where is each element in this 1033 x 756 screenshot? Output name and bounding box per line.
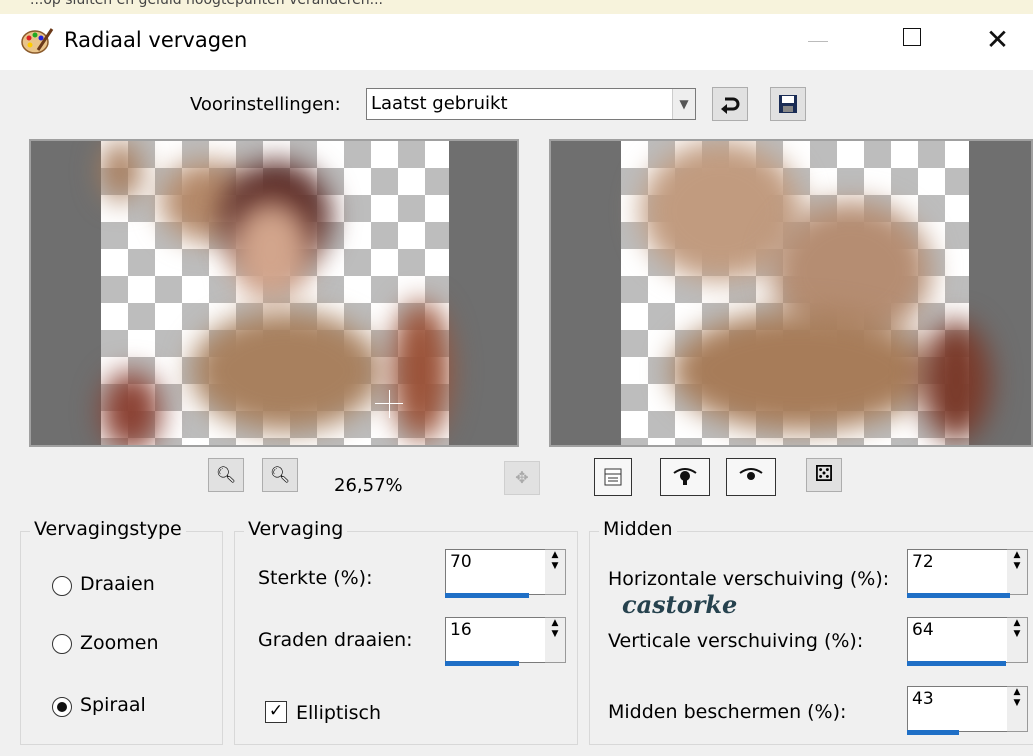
elliptic-label: Elliptisch — [296, 702, 382, 724]
vertical-offset-label: Verticale verschuiving (%): — [608, 630, 864, 652]
result-preview — [549, 139, 1033, 447]
chevron-down-icon[interactable]: ▼ — [672, 89, 695, 119]
original-preview[interactable] — [29, 139, 519, 447]
radio-draaien-label: Draaien — [80, 573, 155, 595]
move-button[interactable]: ✥ — [504, 461, 540, 495]
spin-arrows-icon[interactable]: ▲ ▼ — [1007, 617, 1028, 663]
vertical-offset-spinner[interactable]: 64 ▲ ▼ — [907, 617, 1028, 667]
spin-arrows-icon[interactable]: ▲ ▼ — [1007, 549, 1028, 595]
preview-image — [101, 141, 451, 445]
strength-label: Sterkte (%): — [258, 567, 373, 589]
rotate-label: Graden draaien: — [258, 629, 413, 651]
blur-title: Vervaging — [244, 518, 348, 540]
proof-icon — [604, 468, 622, 486]
palette-app-icon — [20, 26, 54, 56]
radio-zoomen-label: Zoomen — [80, 632, 159, 654]
crosshair-vertical — [389, 390, 390, 418]
protect-center-spinner[interactable]: 43 ▲ ▼ — [907, 686, 1028, 736]
dice-icon: ⚄ — [814, 462, 834, 487]
center-title: Midden — [599, 518, 677, 540]
radio-spiraal-label: Spiraal — [80, 694, 146, 716]
radio-draaien[interactable] — [52, 576, 72, 596]
spin-arrows-icon[interactable]: ▲ ▼ — [545, 617, 566, 663]
move-icon: ✥ — [515, 468, 529, 487]
maximize-button[interactable] — [876, 14, 948, 70]
radio-spiraal[interactable] — [52, 697, 72, 717]
protect-center-input[interactable]: 43 — [907, 686, 1009, 732]
presets-value: Laatst gebruikt — [371, 93, 508, 114]
title-bar: Radiaal vervagen ✕ — [0, 14, 1033, 70]
radio-zoomen[interactable] — [52, 634, 72, 654]
presets-label: Voorinstellingen: — [190, 94, 341, 115]
zoom-out-icon: 🔍︎ — [215, 465, 237, 484]
auto-proof-button[interactable] — [594, 458, 632, 496]
background-text: ...op sluiten en geluid hoogtepunten ver… — [30, 0, 383, 8]
elliptic-checkbox[interactable]: ✓ — [265, 701, 287, 723]
protect-center-label: Midden beschermen (%): — [608, 701, 847, 723]
vertical-offset-slider[interactable] — [907, 661, 1006, 666]
rotate-spinner[interactable]: 16 ▲ ▼ — [445, 617, 566, 667]
randomize-button[interactable]: ⚄ — [806, 458, 842, 492]
close-button[interactable]: ✕ — [962, 14, 1033, 70]
save-preset-button[interactable] — [770, 87, 806, 121]
background-window-strip: ...op sluiten en geluid hoogtepunten ver… — [0, 0, 1033, 14]
minimize-button[interactable] — [782, 14, 854, 70]
strength-input[interactable]: 70 — [445, 549, 547, 595]
horizontal-offset-spinner[interactable]: 72 ▲ ▼ — [907, 549, 1028, 599]
horizontal-offset-label: Horizontale verschuiving (%): — [608, 568, 890, 590]
floppy-save-icon — [779, 95, 797, 113]
protect-center-slider[interactable] — [907, 730, 959, 735]
spin-arrows-icon[interactable]: ▲ ▼ — [1007, 686, 1028, 732]
rotate-slider[interactable] — [445, 661, 519, 666]
preview-result-image — [621, 141, 991, 445]
crosshair-horizontal — [375, 403, 403, 404]
rotate-input[interactable]: 16 — [445, 617, 547, 663]
eye-icon — [673, 468, 697, 485]
zoom-level: 26,57% — [334, 475, 403, 496]
strength-slider[interactable] — [445, 593, 529, 598]
reset-arrow-icon — [721, 97, 740, 114]
reset-button[interactable] — [712, 87, 748, 121]
watermark: castorke — [622, 590, 738, 619]
eye-show-button[interactable] — [660, 458, 710, 496]
window-title: Radiaal vervagen — [64, 28, 248, 52]
horizontal-offset-slider[interactable] — [907, 593, 1010, 598]
vertical-offset-input[interactable]: 64 — [907, 617, 1009, 663]
eye-toggle-button[interactable] — [726, 458, 776, 496]
eye-icon — [739, 468, 763, 480]
zoom-in-button[interactable]: 🔍︎ — [262, 458, 298, 492]
check-icon: ✓ — [268, 701, 284, 721]
strength-spinner[interactable]: 70 ▲ ▼ — [445, 549, 566, 599]
horizontal-offset-input[interactable]: 72 — [907, 549, 1009, 595]
spin-arrows-icon[interactable]: ▲ ▼ — [545, 549, 566, 595]
zoom-in-icon: 🔍︎ — [269, 465, 291, 484]
blur-type-title: Vervagingstype — [30, 518, 186, 540]
presets-dropdown[interactable]: Laatst gebruikt ▼ — [366, 88, 696, 120]
zoom-out-button[interactable]: 🔍︎ — [208, 458, 244, 492]
